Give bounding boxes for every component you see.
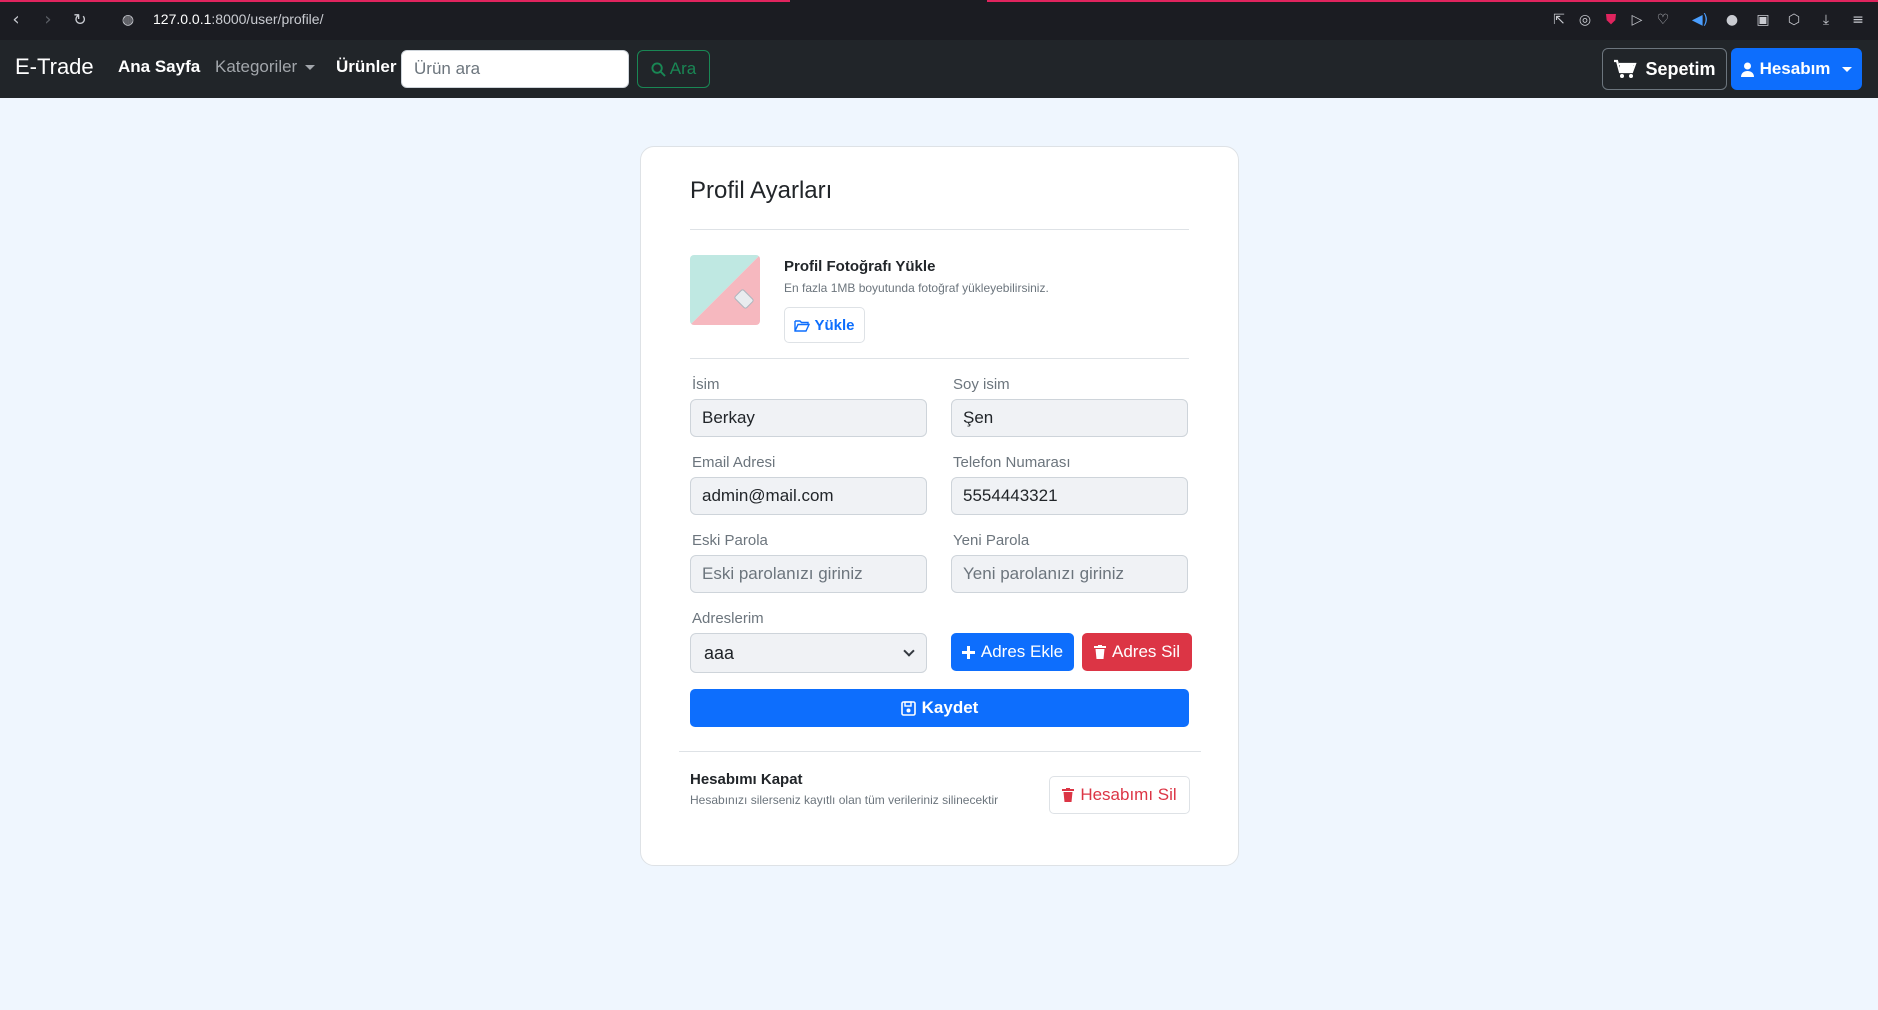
brand-logo[interactable]: E-Trade <box>15 54 94 80</box>
delete-address-label: Adres Sil <box>1111 642 1181 661</box>
delete-account-label: Hesabımı Sil <box>1080 785 1177 804</box>
chevron-down-icon <box>305 65 316 71</box>
chevron-down-icon <box>903 645 915 657</box>
floppy-disk-icon <box>900 700 916 716</box>
site-info-icon[interactable]: ◍ <box>116 8 140 32</box>
first-name-label: İsim <box>692 376 720 393</box>
cube-icon[interactable]: ⬡ <box>1784 10 1804 30</box>
account-dropdown[interactable]: Hesabım <box>1731 48 1862 90</box>
addresses-label: Adreslerim <box>692 610 764 627</box>
email-field[interactable] <box>690 477 927 515</box>
old-password-field[interactable] <box>690 555 927 593</box>
photo-upload-title: Profil Fotoğrafı Yükle <box>784 258 936 275</box>
wallet-icon[interactable]: ● <box>1722 10 1742 30</box>
save-button[interactable]: Kaydet <box>690 689 1189 727</box>
divider <box>690 229 1189 230</box>
trash-icon <box>1093 645 1106 659</box>
add-address-label: Adres Ekle <box>980 642 1064 661</box>
loading-bar-right <box>987 0 1878 2</box>
divider <box>690 358 1189 359</box>
loading-bar-left <box>0 0 790 2</box>
extension-s-icon[interactable]: ▣ <box>1753 10 1773 30</box>
first-name-field[interactable] <box>690 399 927 437</box>
chevron-down-icon <box>1842 66 1853 72</box>
url-host: 127.0.0.1 <box>153 11 212 27</box>
download-icon[interactable]: ⤓ <box>1816 10 1836 30</box>
nav-products[interactable]: Ürünler <box>336 57 396 77</box>
trash-icon <box>1062 788 1075 802</box>
avatar-image <box>690 255 760 325</box>
shield-icon[interactable]: ⛊ <box>1601 10 1621 30</box>
nav-home[interactable]: Ana Sayfa <box>118 57 200 77</box>
back-icon[interactable]: ‹ <box>4 8 28 32</box>
old-password-label: Eski Parola <box>692 532 768 549</box>
page-title: Profil Ayarları <box>690 177 833 204</box>
last-name-label: Soy isim <box>953 376 1010 393</box>
speaker-icon[interactable]: ◀) <box>1690 10 1710 30</box>
browser-toolbar: ‹ › ↻ ◍ 127.0.0.1:8000/user/profile/ ⇱ ◎… <box>0 0 1878 40</box>
new-password-label: Yeni Parola <box>953 532 1030 549</box>
menu-icon[interactable]: ≡ <box>1848 10 1868 30</box>
url-path: :8000/user/profile/ <box>211 11 324 27</box>
phone-label: Telefon Numarası <box>953 454 1071 471</box>
navbar: E-Trade Ana Sayfa Kategoriler Ürünler Ar… <box>0 40 1878 98</box>
divider <box>679 751 1201 752</box>
forward-icon[interactable]: › <box>36 8 60 32</box>
profile-card: Profil Ayarları Profil Fotoğrafı Yükle E… <box>640 146 1239 866</box>
cart-button[interactable]: Sepetim <box>1602 48 1727 90</box>
search-input[interactable] <box>401 50 629 88</box>
photo-upload-hint: En fazla 1MB boyutunda fotoğraf yükleyeb… <box>784 281 1049 295</box>
search-button-label: Ara <box>669 59 697 78</box>
heart-icon[interactable]: ♡ <box>1653 10 1673 30</box>
last-name-field[interactable] <box>951 399 1188 437</box>
camera-icon[interactable]: ◎ <box>1575 10 1595 30</box>
upload-button-label: Yükle <box>814 316 855 334</box>
nav-categories-label: Kategoriler <box>215 57 298 76</box>
account-label: Hesabım <box>1759 59 1831 78</box>
search-button[interactable]: Ara <box>637 50 710 88</box>
address-selected-value: aaa <box>704 642 735 663</box>
add-address-button[interactable]: Adres Ekle <box>951 633 1074 671</box>
close-account-hint: Hesabınızı silerseniz kayıtlı olan tüm v… <box>690 793 999 807</box>
delete-account-button[interactable]: Hesabımı Sil <box>1049 776 1190 814</box>
avatar <box>690 255 760 325</box>
address-select[interactable]: aaa <box>690 633 927 673</box>
folder-open-icon <box>794 319 811 332</box>
delete-address-button[interactable]: Adres Sil <box>1082 633 1192 671</box>
phone-field[interactable] <box>951 477 1188 515</box>
new-password-field[interactable] <box>951 555 1188 593</box>
cart-icon <box>1614 59 1638 78</box>
reload-icon[interactable]: ↻ <box>68 8 92 32</box>
close-account-title: Hesabımı Kapat <box>690 771 803 788</box>
nav-categories-dropdown[interactable]: Kategoriler <box>215 57 316 77</box>
plus-icon <box>961 645 975 659</box>
send-icon[interactable]: ▷ <box>1627 10 1647 30</box>
search-icon <box>651 61 666 77</box>
cart-label: Sepetim <box>1645 58 1716 79</box>
user-icon <box>1740 62 1754 77</box>
share-icon[interactable]: ⇱ <box>1549 10 1569 30</box>
address-bar[interactable]: 127.0.0.1:8000/user/profile/ <box>153 11 323 27</box>
email-label: Email Adresi <box>692 454 776 471</box>
save-button-label: Kaydet <box>921 698 979 717</box>
upload-button[interactable]: Yükle <box>784 307 865 343</box>
